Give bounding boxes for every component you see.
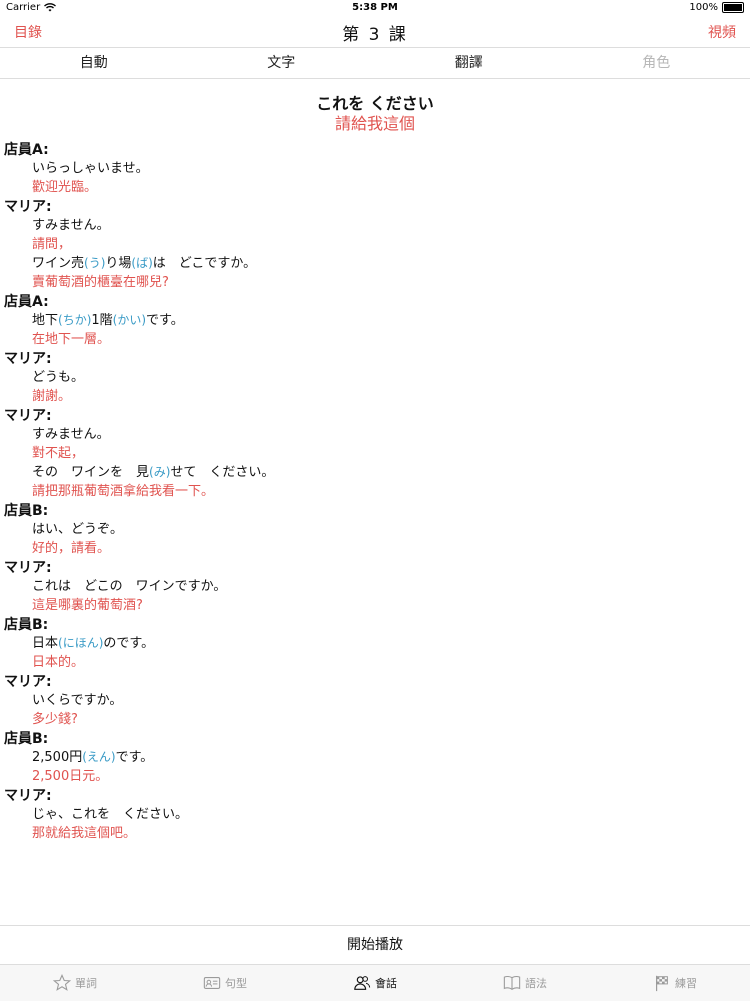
- japanese-line[interactable]: いくらですか。: [0, 691, 750, 710]
- chinese-translation: 謝謝。: [0, 387, 750, 406]
- tab-label: 單詞: [75, 975, 97, 991]
- japanese-line[interactable]: 2,500円(えん)です。: [0, 748, 750, 767]
- japanese-text: ワイン売: [32, 256, 84, 271]
- chinese-translation: 日本的。: [0, 653, 750, 672]
- japanese-line[interactable]: はい、どうぞ。: [0, 520, 750, 539]
- status-time: 5:38 PM: [0, 2, 750, 13]
- speaker-name: 店員B:: [0, 502, 750, 520]
- japanese-text: 2,500円: [32, 750, 82, 765]
- option-auto[interactable]: 自動: [0, 48, 188, 78]
- japanese-text: は どこですか。: [153, 256, 256, 271]
- japanese-text: 地下: [32, 313, 58, 328]
- japanese-text: その ワインを 見: [32, 465, 149, 480]
- chinese-translation: 賣葡萄酒的櫃臺在哪兒?: [0, 273, 750, 292]
- option-role[interactable]: 角色: [563, 48, 750, 78]
- speaker-name: 店員A:: [0, 141, 750, 159]
- chinese-translation: 在地下一層。: [0, 330, 750, 349]
- japanese-text: 日本: [32, 636, 58, 651]
- japanese-text: です。: [146, 313, 184, 328]
- speaker-name: マリア:: [0, 673, 750, 691]
- japanese-text: です。: [116, 750, 154, 765]
- battery-info: 100%: [689, 2, 744, 13]
- chinese-translation: 對不起，: [0, 444, 750, 463]
- furigana: (にほん): [58, 636, 103, 650]
- chinese-translation: 2,500日元。: [0, 767, 750, 786]
- dialogue-list: 店員A:いらっしゃいませ。歡迎光臨。マリア:すみません。請問，ワイン売(う)り場…: [0, 140, 750, 843]
- japanese-line[interactable]: これは どこの ワインですか。: [0, 577, 750, 596]
- furigana: (ちか): [58, 313, 91, 327]
- speaker-name: マリア:: [0, 350, 750, 368]
- start-playback-button[interactable]: 開始播放: [0, 925, 750, 964]
- japanese-text: すみません。: [32, 218, 110, 233]
- tab-label: 練習: [675, 975, 697, 991]
- flag-icon: [653, 974, 671, 992]
- tab-sentence-patterns[interactable]: 句型: [150, 965, 300, 1001]
- speaker-name: 店員B:: [0, 730, 750, 748]
- japanese-text: はい、どうぞ。: [32, 522, 123, 537]
- display-options: 自動 文字 翻譯 角色: [0, 47, 750, 79]
- japanese-line[interactable]: すみません。: [0, 425, 750, 444]
- option-translation[interactable]: 翻譯: [375, 48, 563, 78]
- tab-grammar[interactable]: 語法: [450, 965, 600, 1001]
- chinese-translation: 那就給我這個吧。: [0, 824, 750, 843]
- book-icon: [503, 974, 521, 992]
- card-icon: [203, 974, 221, 992]
- nav-bar: 目錄 第 3 課 視頻: [0, 16, 750, 46]
- speaker-name: マリア:: [0, 407, 750, 425]
- japanese-text: じゃ、これを ください。: [32, 807, 188, 822]
- tab-vocabulary[interactable]: 單詞: [0, 965, 150, 1001]
- star-icon: [53, 974, 71, 992]
- tab-label: 句型: [225, 975, 247, 991]
- tab-conversation[interactable]: 會話: [300, 965, 450, 1001]
- furigana: (み): [149, 465, 170, 479]
- furigana: (かい): [113, 313, 146, 327]
- chinese-translation: 好的，請看。: [0, 539, 750, 558]
- chinese-translation: 請問，: [0, 235, 750, 254]
- chinese-translation: 歡迎光臨。: [0, 178, 750, 197]
- speaker-name: マリア:: [0, 198, 750, 216]
- japanese-line[interactable]: その ワインを 見(み)せて ください。: [0, 463, 750, 482]
- japanese-line[interactable]: すみません。: [0, 216, 750, 235]
- japanese-text: 1階: [91, 313, 112, 328]
- lesson-translation: 請給我這個: [0, 110, 750, 134]
- tab-label: 語法: [525, 975, 547, 991]
- japanese-text: すみません。: [32, 427, 110, 442]
- chinese-translation: 這是哪裏的葡萄酒?: [0, 596, 750, 615]
- japanese-text: これは どこの ワインですか。: [32, 579, 226, 594]
- japanese-text: のです。: [103, 636, 154, 651]
- option-text[interactable]: 文字: [188, 48, 376, 78]
- battery-icon: [722, 2, 744, 13]
- furigana: (えん): [82, 750, 115, 764]
- speaker-name: マリア:: [0, 559, 750, 577]
- tab-exercises[interactable]: 練習: [600, 965, 750, 1001]
- people-icon: [353, 974, 371, 992]
- japanese-text: り場: [105, 256, 131, 271]
- chinese-translation: 多少錢?: [0, 710, 750, 729]
- status-bar: Carrier 5:38 PM 100%: [0, 0, 750, 16]
- japanese-line[interactable]: いらっしゃいませ。: [0, 159, 750, 178]
- speaker-name: 店員B:: [0, 616, 750, 634]
- japanese-text: いくらですか。: [32, 693, 122, 708]
- speaker-name: マリア:: [0, 787, 750, 805]
- tab-label: 會話: [375, 975, 397, 991]
- chinese-translation: 請把那瓶葡萄酒拿給我看一下。: [0, 482, 750, 501]
- speaker-name: 店員A:: [0, 293, 750, 311]
- japanese-text: せて ください。: [170, 465, 274, 480]
- page-title: 第 3 課: [0, 20, 750, 45]
- furigana: (う): [84, 256, 105, 270]
- japanese-text: どうも。: [32, 370, 84, 385]
- furigana: (ば): [131, 256, 152, 270]
- japanese-text: いらっしゃいませ。: [32, 161, 149, 176]
- japanese-line[interactable]: ワイン売(う)り場(ば)は どこですか。: [0, 254, 750, 273]
- video-button[interactable]: 視頻: [708, 22, 736, 42]
- japanese-line[interactable]: どうも。: [0, 368, 750, 387]
- japanese-line[interactable]: 地下(ちか)1階(かい)です。: [0, 311, 750, 330]
- battery-percent: 100%: [689, 2, 718, 13]
- japanese-line[interactable]: 日本(にほん)のです。: [0, 634, 750, 653]
- tab-bar: 單詞 句型 會話 語法: [0, 964, 750, 1001]
- japanese-line[interactable]: じゃ、これを ください。: [0, 805, 750, 824]
